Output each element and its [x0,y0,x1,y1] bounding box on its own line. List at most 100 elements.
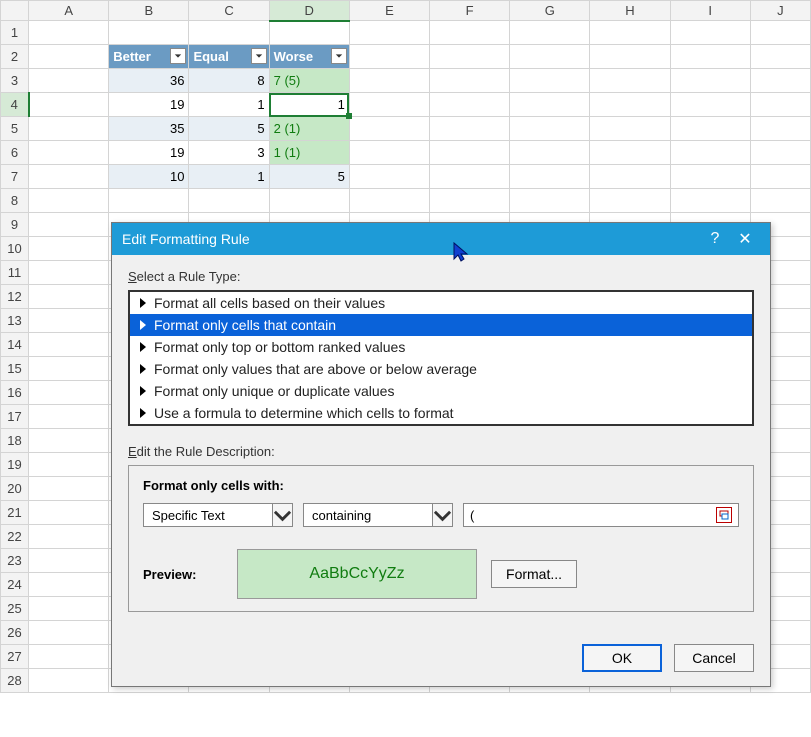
cell[interactable] [29,333,109,357]
cell[interactable] [189,189,269,213]
cell[interactable]: Equal [189,45,269,69]
cell[interactable] [29,261,109,285]
cell[interactable] [430,189,510,213]
cell[interactable] [510,69,590,93]
row-header[interactable]: 23 [1,549,29,573]
cell[interactable] [29,237,109,261]
cell[interactable] [430,117,510,141]
cell[interactable] [29,381,109,405]
value-input[interactable]: ( [463,503,739,527]
row-header[interactable]: 17 [1,405,29,429]
row-header[interactable]: 18 [1,429,29,453]
cell[interactable] [29,357,109,381]
cell[interactable] [430,141,510,165]
cell[interactable] [349,141,429,165]
col-header-D[interactable]: D [269,1,349,21]
dialog-help-button[interactable]: ? [700,230,730,248]
cell[interactable] [29,69,109,93]
cell[interactable] [269,189,349,213]
rule-type-item[interactable]: Format all cells based on their values [130,292,752,314]
cell[interactable]: 7 (5) [269,69,349,93]
cell[interactable] [430,21,510,45]
cell[interactable] [590,117,670,141]
rule-type-list[interactable]: Format all cells based on their values Fo… [128,290,754,426]
condition-type-dropdown[interactable]: Specific Text [143,503,293,527]
row-header[interactable]: 1 [1,21,29,45]
cell[interactable] [750,141,810,165]
cell[interactable] [750,117,810,141]
row-header[interactable]: 9 [1,213,29,237]
cell[interactable] [29,405,109,429]
cell[interactable] [510,21,590,45]
cell[interactable] [29,525,109,549]
cell[interactable] [29,453,109,477]
row-header[interactable]: 6 [1,141,29,165]
cell[interactable] [349,69,429,93]
cell[interactable] [29,501,109,525]
row-header[interactable]: 20 [1,477,29,501]
cell[interactable] [590,189,670,213]
cell[interactable] [349,189,429,213]
cell[interactable] [349,45,429,69]
cell[interactable] [670,93,750,117]
col-header-I[interactable]: I [670,1,750,21]
cell[interactable] [29,621,109,645]
cell[interactable] [750,93,810,117]
cell[interactable] [29,21,109,45]
cell[interactable] [670,69,750,93]
cell[interactable] [670,141,750,165]
cell[interactable] [29,141,109,165]
cell[interactable] [590,165,670,189]
cell[interactable] [349,21,429,45]
cell[interactable] [109,21,189,45]
cell[interactable] [670,117,750,141]
col-header-A[interactable]: A [29,1,109,21]
row-header[interactable]: 7 [1,165,29,189]
cell[interactable] [349,165,429,189]
cell[interactable] [510,45,590,69]
cell[interactable]: 19 [109,93,189,117]
cell[interactable] [590,93,670,117]
cell[interactable] [29,165,109,189]
col-header-E[interactable]: E [349,1,429,21]
cell[interactable] [510,141,590,165]
cell[interactable] [430,165,510,189]
col-header-H[interactable]: H [590,1,670,21]
cell[interactable]: 1 [189,165,269,189]
cell[interactable] [750,165,810,189]
rule-type-item[interactable]: Use a formula to determine which cells t… [130,402,752,424]
row-header[interactable]: 27 [1,645,29,669]
cell[interactable] [29,309,109,333]
cell[interactable] [29,117,109,141]
cell[interactable]: 2 (1) [269,117,349,141]
cell[interactable] [590,141,670,165]
cell[interactable] [670,45,750,69]
rule-type-item[interactable]: Format only values that are above or bel… [130,358,752,380]
row-header[interactable]: 15 [1,357,29,381]
cell[interactable]: 8 [189,69,269,93]
cell[interactable] [510,117,590,141]
row-header[interactable]: 10 [1,237,29,261]
cell[interactable]: 5 [189,117,269,141]
filter-dropdown-icon[interactable] [170,48,186,64]
cell[interactable] [109,189,189,213]
cell[interactable] [590,21,670,45]
cell[interactable] [430,45,510,69]
cell[interactable] [590,45,670,69]
row-header[interactable]: 2 [1,45,29,69]
cell[interactable] [750,189,810,213]
row-header[interactable]: 4 [1,93,29,117]
cell[interactable] [750,45,810,69]
dropdown-arrow-icon[interactable] [272,504,292,526]
cell[interactable] [750,69,810,93]
cell[interactable] [590,69,670,93]
cell[interactable]: Worse [269,45,349,69]
row-header[interactable]: 28 [1,669,29,693]
ok-button[interactable]: OK [582,644,662,672]
rule-type-item[interactable]: Format only top or bottom ranked values [130,336,752,358]
col-header-G[interactable]: G [510,1,590,21]
cell[interactable]: 35 [109,117,189,141]
dropdown-arrow-icon[interactable] [432,504,452,526]
cell[interactable]: 3 [189,141,269,165]
cell[interactable] [29,645,109,669]
